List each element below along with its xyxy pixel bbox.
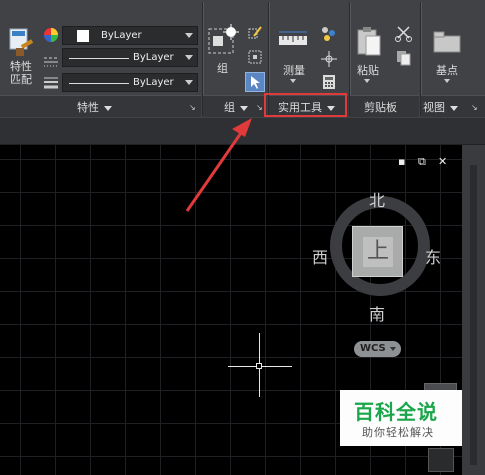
watermark-title: 百科全说 (354, 400, 438, 424)
watermark-subtitle: 助你轻松解决 (362, 426, 434, 439)
watermark-logo: 百科全说 助你轻松解决 (340, 390, 462, 446)
